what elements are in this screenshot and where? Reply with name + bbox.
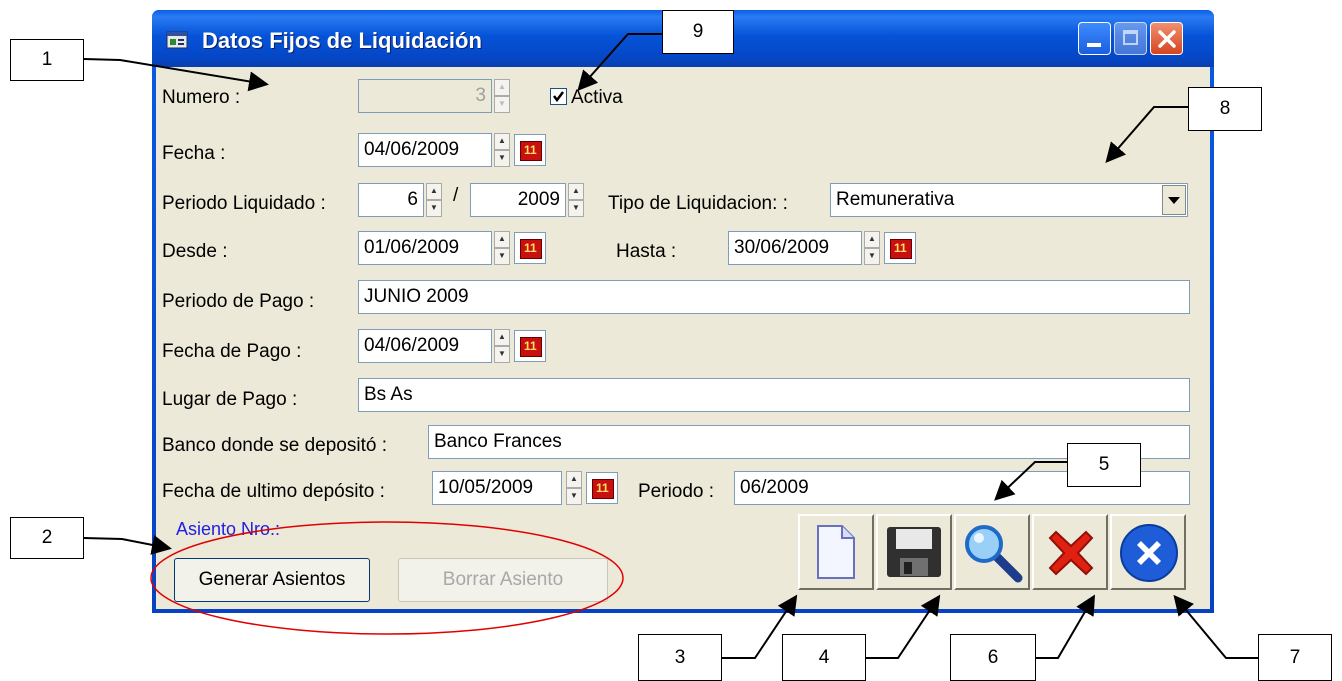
callout-8-arrow	[1105, 106, 1188, 164]
callout-2-arrow	[83, 535, 172, 555]
callout-3: 3	[638, 634, 722, 681]
callout-9: 9	[662, 10, 734, 54]
annotation-overlay	[83, 33, 1258, 659]
callout-6-arrow	[1036, 594, 1096, 659]
highlight-ellipse	[150, 521, 624, 635]
callout-4: 4	[782, 634, 866, 681]
callout-4-arrow	[866, 594, 941, 659]
callout-6: 6	[950, 634, 1036, 681]
callout-9-arrow	[577, 33, 662, 91]
callout-8: 8	[1188, 87, 1262, 131]
callout-7: 7	[1258, 634, 1332, 681]
callout-2: 2	[10, 517, 84, 559]
callout-5-arrow	[994, 461, 1067, 501]
callout-7-arrow	[1173, 594, 1258, 659]
callout-1-arrow	[83, 58, 269, 92]
callout-1: 1	[10, 39, 84, 81]
callout-5: 5	[1067, 443, 1141, 487]
